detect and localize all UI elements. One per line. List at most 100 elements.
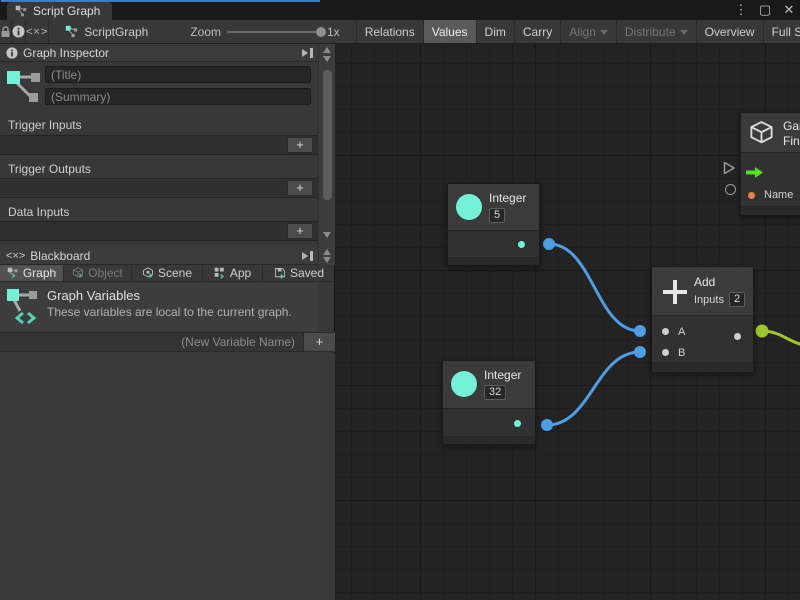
node-integer-32[interactable]: Integer 32 — [442, 360, 536, 445]
graph-variables-icon — [6, 287, 40, 327]
new-variable-row: + — [0, 332, 335, 352]
tab-title: Script Graph — [33, 4, 100, 18]
trigger-inputs-label: Trigger Inputs — [8, 118, 82, 132]
breadcrumb[interactable]: ScriptGraph — [49, 20, 160, 43]
inspector-scrollbar[interactable] — [318, 44, 335, 247]
kebab-menu-icon[interactable]: ⋮ — [734, 0, 748, 20]
blackboard-scrollbar[interactable] — [318, 247, 335, 265]
graph-tab-icon — [7, 267, 19, 279]
node-add[interactable]: Add Inputs 2 A B — [651, 266, 754, 373]
tab-scene[interactable]: Scene — [132, 265, 203, 281]
wire-endpoint[interactable] — [543, 238, 555, 250]
integer-type-icon — [451, 371, 477, 397]
values-button[interactable]: Values — [424, 20, 477, 43]
overview-button[interactable]: Overview — [697, 20, 764, 43]
lock-button[interactable] — [0, 20, 12, 43]
node-footer — [741, 207, 800, 215]
wire-endpoint[interactable] — [756, 325, 769, 338]
graph-icon — [6, 68, 42, 106]
port-row-a: A — [652, 321, 753, 342]
port-label: B — [678, 347, 685, 359]
graph-tab-icon — [15, 5, 27, 17]
trigger-inputs-list: + — [0, 135, 318, 155]
node-footer — [448, 258, 539, 265]
port-label: Name — [764, 189, 793, 201]
wire-endpoint[interactable] — [541, 419, 553, 431]
blackboard-toggle-button[interactable]: <×> — [26, 20, 49, 43]
output-port[interactable] — [514, 420, 521, 427]
integer-value-field[interactable]: 32 — [484, 385, 506, 400]
zoom-value: 1x — [327, 25, 340, 39]
tab-graph[interactable]: Graph — [0, 265, 64, 281]
input-port-a[interactable] — [662, 328, 669, 335]
flow-arrow-icon[interactable] — [746, 167, 763, 178]
inspector-toggle-button[interactable] — [12, 20, 26, 43]
title-input[interactable] — [45, 66, 311, 83]
node-title: Integer — [489, 191, 526, 205]
scroll-down-icon[interactable] — [323, 232, 331, 238]
port-label: A — [678, 326, 685, 338]
graph-inspector-title: Graph Inspector — [23, 46, 109, 60]
side-panel: Graph Inspector Trigger Inputs + Trigger… — [0, 44, 335, 600]
variables-icon: <×> — [26, 26, 48, 38]
flow-port-row — [741, 160, 800, 184]
node-game-object-find[interactable]: Gam Fin Name — [740, 112, 800, 216]
align-dropdown[interactable]: Align — [561, 20, 617, 43]
blackboard-body — [0, 353, 335, 600]
tab-app[interactable]: App — [203, 265, 263, 281]
wire-endpoint[interactable] — [634, 346, 646, 358]
node-integer-5[interactable]: Integer 5 — [447, 183, 540, 266]
graph-canvas[interactable]: Integer 5 Integer 32 Add — [335, 44, 800, 600]
scroll-down-icon[interactable] — [323, 257, 331, 263]
node-title: Integer — [484, 368, 521, 382]
dock-panel-icon[interactable] — [301, 48, 314, 58]
new-variable-input[interactable] — [0, 333, 303, 351]
add-data-input-button[interactable]: + — [287, 223, 313, 239]
blackboard-header: <×> Blackboard — [0, 247, 318, 265]
flow-indicator-triangle-icon — [723, 161, 736, 175]
output-port[interactable] — [734, 333, 741, 340]
chevron-down-icon — [680, 30, 688, 35]
wire-integer32-to-add-b[interactable] — [547, 352, 640, 425]
scroll-down-icon[interactable] — [323, 56, 331, 62]
carry-button[interactable]: Carry — [515, 20, 561, 43]
node-title: Add — [694, 275, 745, 289]
inputs-label: Inputs — [694, 294, 724, 306]
dim-button[interactable]: Dim — [477, 20, 515, 43]
maximize-icon[interactable]: ▢ — [758, 0, 772, 20]
node-subtitle: Fin — [783, 134, 800, 148]
add-variable-button[interactable]: + — [303, 333, 335, 351]
zoom-slider-handle[interactable] — [316, 27, 326, 37]
scene-icon — [142, 267, 154, 279]
inputs-count-field[interactable]: 2 — [729, 292, 745, 307]
scroll-up-icon[interactable] — [323, 249, 331, 255]
integer-value-field[interactable]: 5 — [489, 208, 505, 223]
wire-integer5-to-add-a[interactable] — [549, 244, 640, 331]
breadcrumb-label: ScriptGraph — [84, 25, 148, 39]
add-trigger-input-button[interactable]: + — [287, 137, 313, 153]
scrollbar-thumb[interactable] — [323, 70, 332, 200]
name-port-row: Name — [741, 184, 800, 206]
dock-panel-icon[interactable] — [301, 251, 314, 261]
full-screen-button[interactable]: Full Screen — [764, 20, 800, 43]
add-trigger-output-button[interactable]: + — [287, 180, 313, 196]
info-icon — [6, 47, 18, 59]
input-port-name[interactable] — [748, 192, 755, 199]
graph-variables-info: Graph Variables These variables are loca… — [0, 283, 318, 331]
distribute-dropdown[interactable]: Distribute — [617, 20, 697, 43]
scroll-up-icon[interactable] — [323, 47, 331, 53]
zoom-label: Zoom — [190, 25, 221, 39]
summary-input[interactable] — [45, 88, 311, 105]
zoom-slider[interactable] — [227, 31, 321, 33]
close-icon[interactable]: ✕ — [782, 0, 796, 20]
relations-button[interactable]: Relations — [357, 20, 424, 43]
node-footer — [443, 437, 535, 444]
wire-endpoint[interactable] — [634, 325, 646, 337]
tab-saved[interactable]: Saved — [263, 265, 335, 281]
tab-object[interactable]: Object — [64, 265, 132, 281]
window-tab-bar: Script Graph ⋮ ▢ ✕ — [0, 0, 800, 20]
cube-icon — [748, 119, 775, 147]
output-port[interactable] — [518, 241, 525, 248]
tab-script-graph[interactable]: Script Graph — [7, 2, 112, 20]
input-port-b[interactable] — [662, 349, 669, 356]
